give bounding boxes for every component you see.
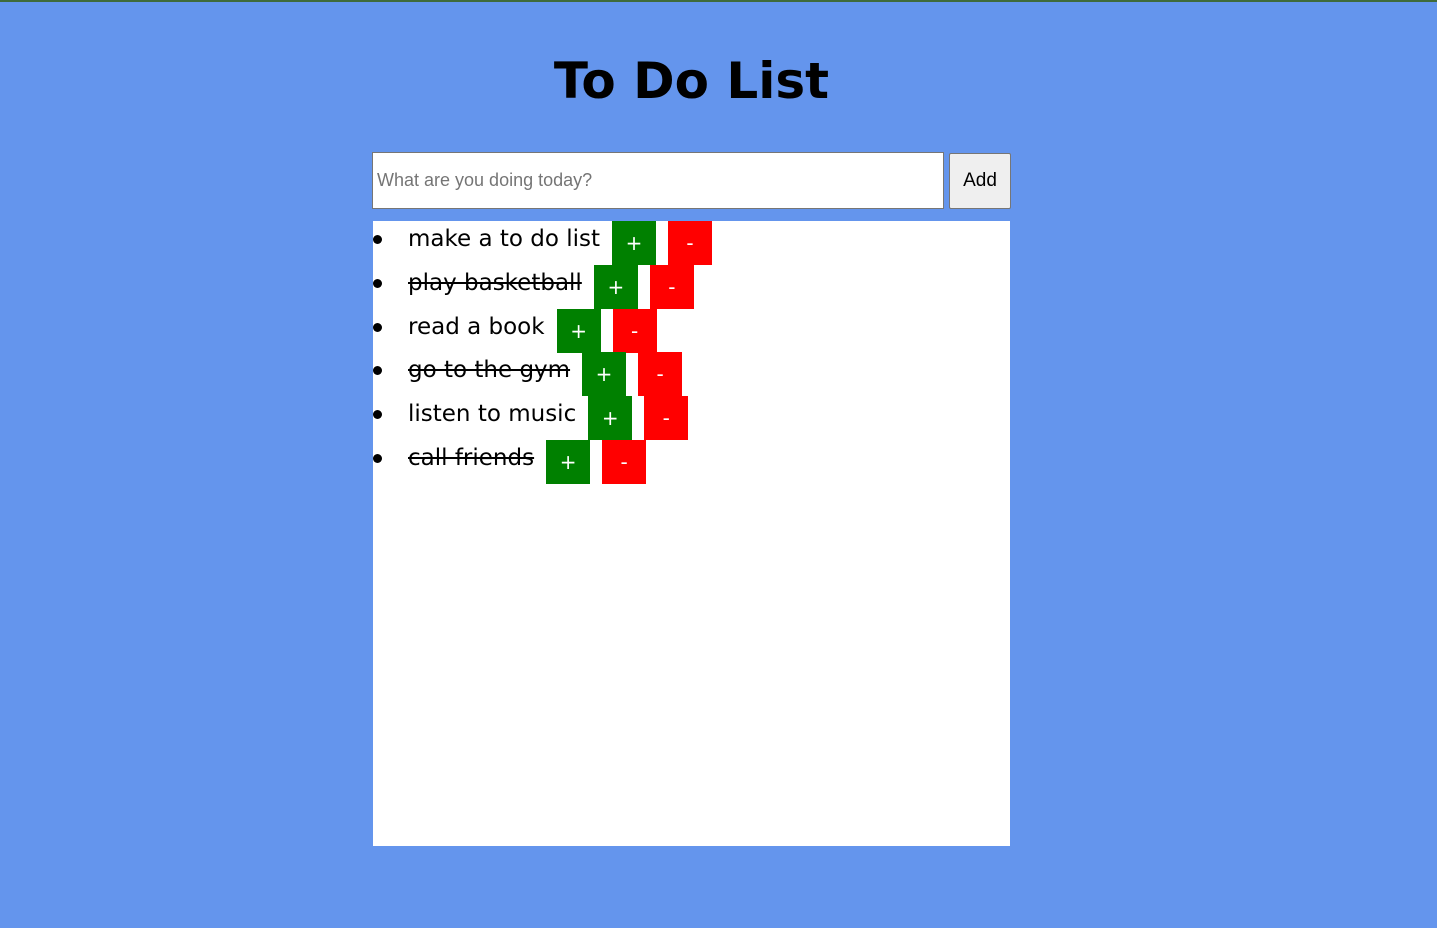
remove-button[interactable]: - [638, 352, 683, 397]
task-list-panel: make a to do list + - play basketball + … [373, 221, 1010, 846]
remove-button[interactable]: - [612, 308, 657, 353]
remove-button[interactable]: - [668, 221, 713, 265]
task-item: call friends + - [373, 439, 1010, 484]
complete-button[interactable]: + [546, 439, 591, 484]
bullet-icon [373, 366, 382, 376]
add-button[interactable]: Add [949, 153, 1011, 209]
task-input[interactable] [372, 152, 944, 209]
complete-button[interactable]: + [556, 308, 601, 353]
task-text: call friends [408, 444, 535, 471]
task-text: go to the gym [408, 357, 571, 384]
remove-button[interactable]: - [602, 439, 647, 484]
task-text: play basketball [408, 269, 582, 296]
top-border [0, 0, 1437, 2]
task-item: read a book + - [373, 308, 1010, 353]
complete-button[interactable]: + [582, 352, 627, 397]
page-title: To Do List [553, 52, 830, 110]
task-list: make a to do list + - play basketball + … [373, 221, 1010, 484]
task-text: listen to music [408, 401, 577, 428]
task-item: go to the gym + - [373, 352, 1010, 397]
bullet-icon [373, 235, 382, 244]
complete-button[interactable]: + [588, 396, 633, 441]
remove-button[interactable]: - [644, 396, 689, 441]
task-text: make a to do list [408, 226, 601, 252]
task-item: listen to music + - [373, 396, 1010, 441]
bullet-icon [373, 410, 382, 420]
remove-button[interactable]: - [649, 264, 694, 309]
complete-button[interactable]: + [612, 221, 657, 265]
bullet-icon [373, 278, 382, 288]
task-text: read a book [408, 313, 545, 340]
task-item: make a to do list + - [373, 221, 1010, 265]
bullet-icon [373, 322, 382, 332]
bullet-icon [373, 453, 382, 463]
complete-button[interactable]: + [593, 264, 638, 309]
task-item: play basketball + - [373, 264, 1010, 309]
